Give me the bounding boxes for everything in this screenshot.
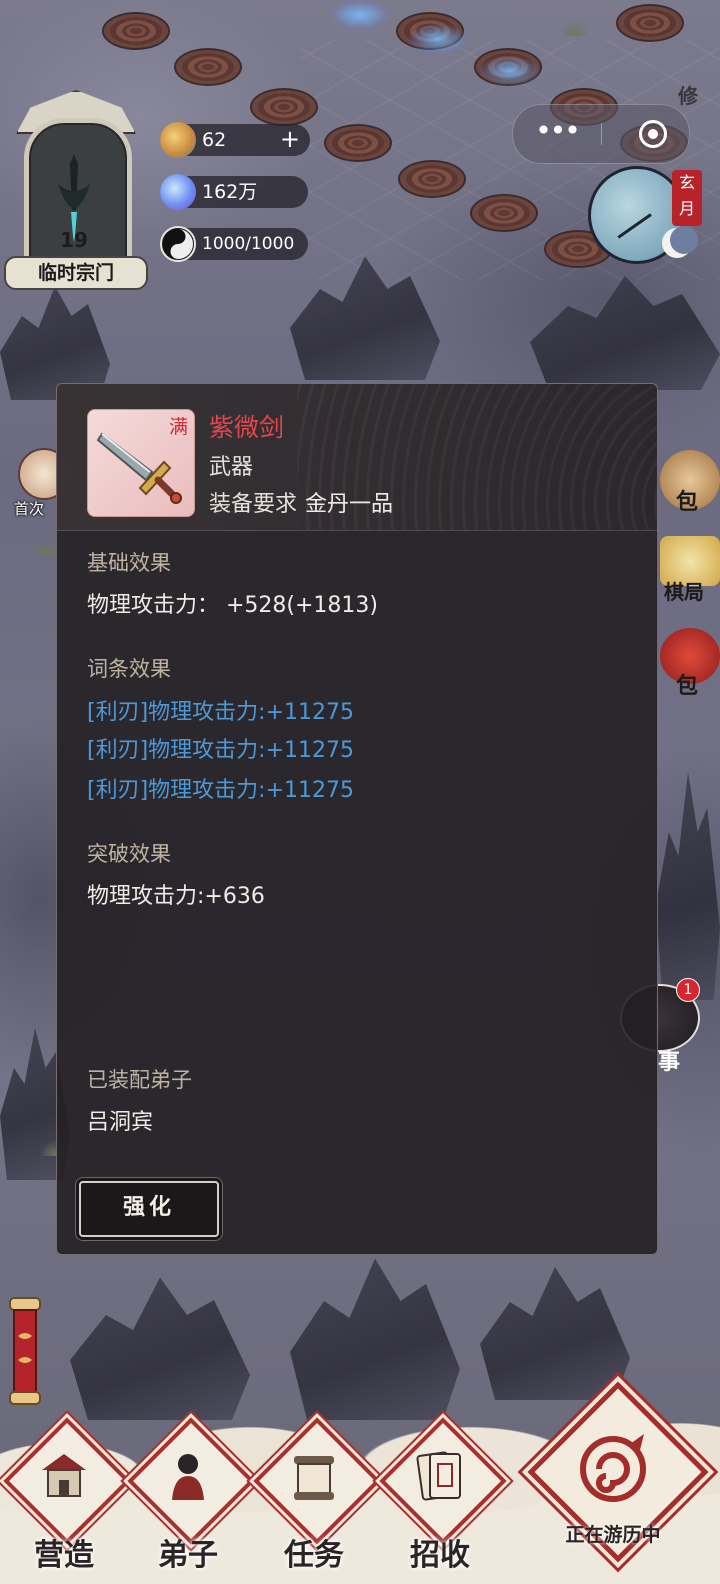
glow-effect — [330, 0, 390, 30]
rock-formation — [290, 1258, 460, 1420]
breakthrough-effect-line: 物理攻击力:+636 — [87, 884, 265, 909]
glow-effect — [408, 24, 468, 54]
crescent-moon-icon — [662, 226, 698, 258]
nav-task[interactable]: 任务 — [253, 1417, 381, 1573]
rock-formation — [530, 276, 720, 390]
base-effect-title: 基础效果 — [87, 551, 171, 575]
tree-stump — [320, 120, 394, 180]
affix-line: [利刃]物理攻击力:+11275 — [87, 700, 354, 725]
rock-formation — [70, 1277, 250, 1420]
nav-disciple-label: 弟子 — [158, 1538, 218, 1573]
sect-level: 19 — [60, 228, 88, 252]
nav-recruit[interactable]: 招收 — [379, 1417, 507, 1573]
yin-yang-icon — [160, 226, 196, 262]
item-name: 紫微剑 — [209, 413, 285, 442]
tree-stump — [170, 44, 244, 104]
affix-effect-title: 词条效果 — [87, 657, 171, 681]
scroll-task-icon — [294, 1456, 334, 1500]
item-type: 武器 — [209, 455, 254, 480]
first-recharge-label: 首次 — [14, 500, 45, 518]
crystal-value: 162万 — [202, 181, 258, 203]
yinyang-value: 1000/1000 — [202, 234, 295, 254]
recruit-card-icon — [416, 1451, 461, 1501]
travel-status-button[interactable]: 正在游历中 — [527, 1381, 709, 1580]
equipped-disciple-name: 吕洞宾 — [87, 1110, 154, 1135]
spirit-resource[interactable]: 62 + — [160, 122, 310, 158]
close-target-icon[interactable] — [639, 120, 667, 148]
item-icon-frame[interactable]: 满 — [87, 409, 195, 517]
scroll-icon[interactable] — [8, 1296, 42, 1406]
affix-line: [利刃]物理攻击力:+11275 — [87, 738, 354, 763]
story-label: 事 — [658, 1050, 681, 1075]
capsule-divider — [601, 123, 602, 145]
more-menu-button[interactable]: ••• — [513, 105, 601, 163]
base-effect-line: 物理攻击力： +528(+1813) — [87, 593, 379, 618]
nav-build-label: 营造 — [34, 1538, 94, 1573]
glow-effect — [480, 56, 540, 86]
building-icon — [42, 1454, 86, 1497]
notification-badge: 1 — [676, 978, 700, 1002]
grass-tuft — [560, 20, 590, 36]
item-detail-panel: 满 紫微剑 武器 装备要求 金丹一品 基础效果 物理攻击力： +528(+1813… — [56, 383, 658, 1255]
nav-task-label: 任务 — [284, 1538, 344, 1573]
mini-program-capsule: ••• — [512, 104, 690, 164]
tree-stump — [394, 156, 468, 216]
enhance-button[interactable]: 强化 — [79, 1181, 219, 1237]
dial-hand — [617, 213, 652, 239]
equipped-disciple-title: 已装配弟子 — [87, 1068, 192, 1092]
rock-formation — [656, 772, 720, 1000]
item-requirement: 装备要求 金丹一品 — [209, 486, 393, 518]
nav-disciple[interactable]: 弟子 — [127, 1417, 255, 1573]
crystal-icon — [160, 174, 196, 210]
travel-label: 正在游历中 — [565, 1524, 661, 1546]
tree-stump — [98, 8, 172, 68]
rock-formation — [0, 286, 110, 400]
red-bag-label: 包 — [676, 674, 699, 699]
max-level-tag: 满 — [168, 416, 188, 438]
affix-line: [利刃]物理攻击力:+11275 — [87, 778, 354, 803]
travel-swirl-icon — [580, 1434, 646, 1502]
sect-name: 临时宗门 — [4, 256, 148, 290]
breakthrough-effect-title: 突破效果 — [87, 842, 171, 866]
nav-recruit-label: 招收 — [410, 1538, 470, 1573]
tree-stump — [612, 0, 686, 60]
spirit-orb-icon — [160, 122, 196, 158]
gift-bag-label: 包 — [676, 490, 699, 515]
yinyang-resource[interactable]: 1000/1000 — [160, 226, 308, 262]
chess-label: 棋局 — [664, 580, 704, 604]
crystal-resource[interactable]: 162万 — [160, 174, 308, 210]
tree-stump — [466, 190, 540, 250]
nav-build[interactable]: 营造 — [3, 1417, 131, 1573]
requirement-value: 金丹一品 — [305, 492, 394, 517]
rock-formation — [480, 1267, 630, 1400]
moon-phase-tag: 玄月 — [672, 170, 702, 226]
add-spirit-button[interactable]: + — [280, 124, 300, 154]
cut-off-text: 修 — [678, 84, 698, 108]
disciple-icon — [172, 1454, 204, 1500]
spirit-value: 62 — [202, 129, 227, 151]
requirement-label: 装备要求 — [209, 492, 298, 517]
